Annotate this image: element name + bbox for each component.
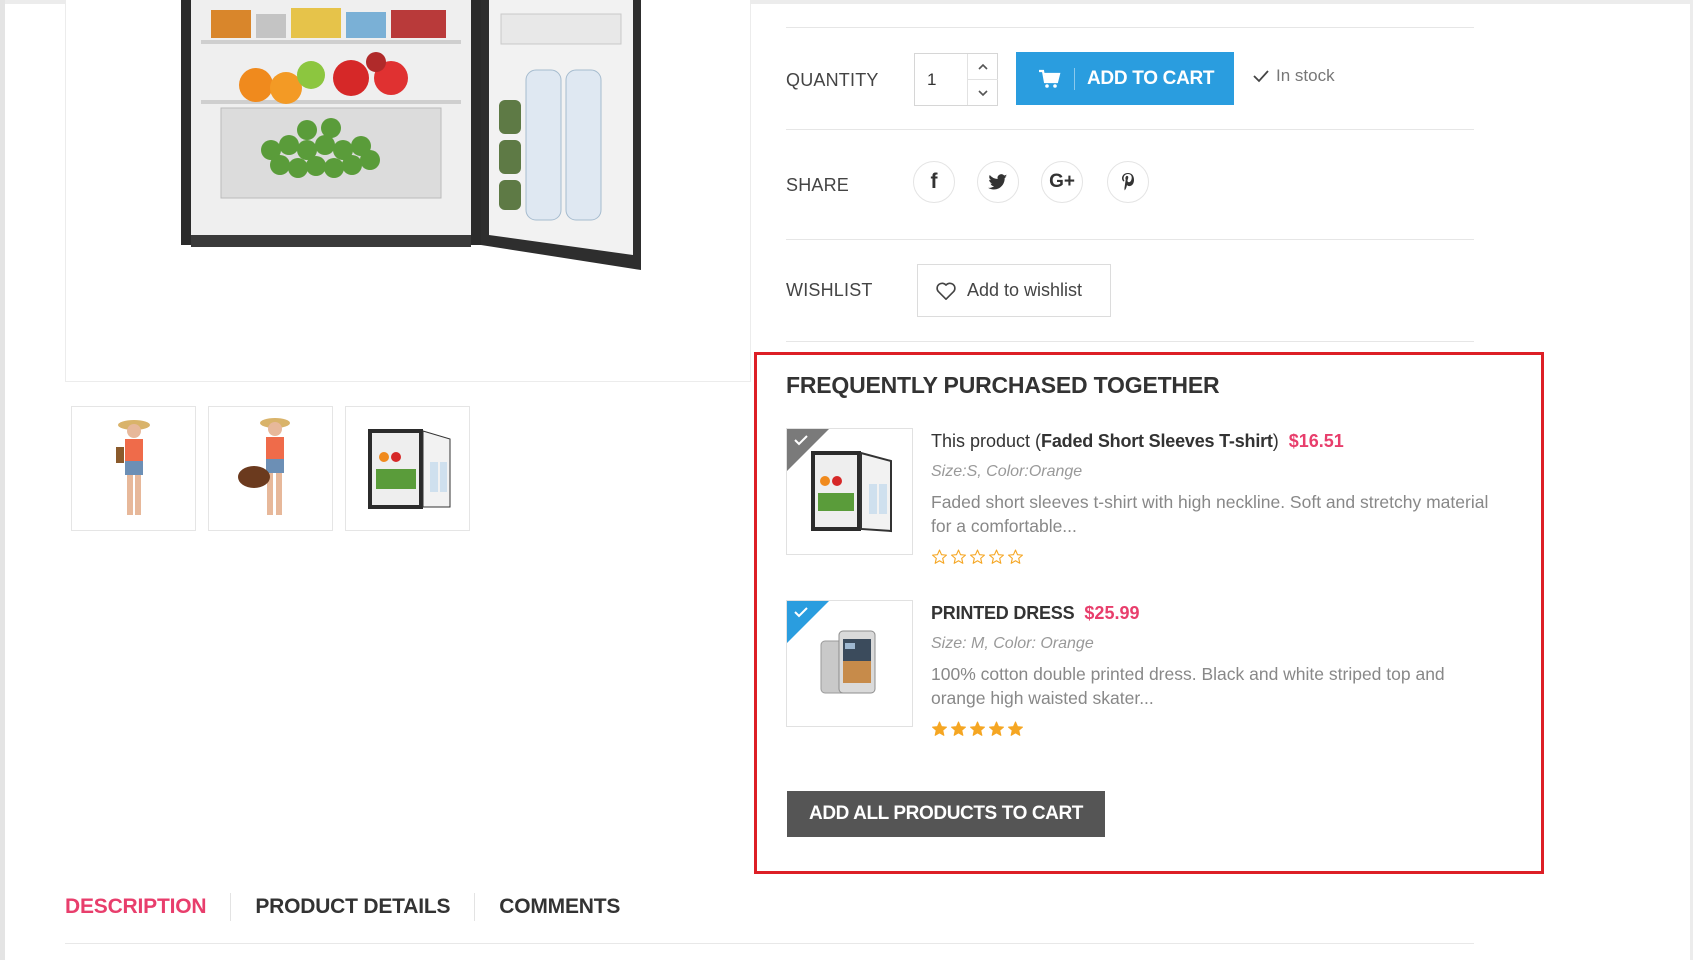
quantity-decrease-button[interactable] (968, 80, 998, 105)
divider (786, 129, 1474, 130)
tab-content-top-border (65, 943, 1474, 944)
google-plus-share-button[interactable]: G+ (1041, 161, 1083, 203)
main-product-image[interactable] (65, 0, 751, 382)
thumbnail-strip (71, 406, 470, 531)
facebook-share-button[interactable]: f (913, 161, 955, 203)
tab-comments[interactable]: COMMENTS (499, 895, 620, 919)
google-plus-icon: G+ (1049, 171, 1075, 192)
star-empty-icon (969, 549, 986, 564)
add-to-cart-label: ADD TO CART (1087, 67, 1215, 89)
pinterest-share-button[interactable] (1107, 161, 1149, 203)
star-filled-icon (931, 721, 948, 736)
product-tabs: DESCRIPTION PRODUCT DETAILS COMMENTS (65, 893, 620, 921)
quantity-label: QUANTITY (786, 70, 879, 90)
fridge-thumbnail-image (368, 429, 451, 509)
window-left-border (0, 0, 5, 960)
check-icon (794, 607, 808, 618)
fpt-item-image[interactable] (786, 600, 913, 727)
star-filled-icon (969, 721, 986, 736)
product-name[interactable]: Faded Short Sleeves T-shirt (1041, 431, 1273, 452)
add-to-wishlist-label: Add to wishlist (967, 280, 1083, 300)
heart-icon (936, 282, 956, 300)
model-with-bag-image (238, 418, 290, 515)
product-description: 100% cotton double printed dress. Black … (931, 664, 1445, 708)
quantity-input[interactable]: 1 (927, 70, 936, 90)
quantity-increase-button[interactable] (968, 54, 998, 79)
product-attributes: Size:S, Color:Orange (931, 463, 1083, 480)
star-filled-icon (1007, 721, 1024, 736)
tab-description[interactable]: DESCRIPTION (65, 895, 207, 919)
fpt-item-title[interactable]: This product ( Faded Short Sleeves T-shi… (931, 431, 1344, 452)
fpt-item-title[interactable]: PRINTED DRESS $25.99 (931, 603, 1139, 624)
share-label: SHARE (786, 175, 850, 195)
quantity-stepper[interactable]: 1 (914, 53, 998, 106)
tab-separator (474, 893, 476, 921)
thumbnail-model-front[interactable] (71, 406, 196, 531)
star-empty-icon (931, 549, 948, 564)
button-separator (1074, 67, 1075, 90)
frequently-purchased-title: FREQUENTLY PURCHASED TOGETHER (786, 372, 1220, 398)
stock-status: In stock (1252, 66, 1335, 86)
divider (786, 239, 1474, 240)
model-image (116, 420, 150, 515)
twitter-share-button[interactable] (977, 161, 1019, 203)
this-product-prefix: This product ( (931, 431, 1042, 451)
shopping-cart-icon (1039, 69, 1061, 88)
twitter-icon (988, 173, 1008, 189)
facebook-icon: f (930, 170, 938, 193)
product-description: Faded short sleeves t-shirt with high ne… (931, 492, 1489, 536)
this-product-suffix: ) (1272, 431, 1279, 451)
star-empty-icon (988, 549, 1005, 564)
rating-stars (931, 721, 1024, 737)
rating-stars (931, 549, 1024, 565)
tab-separator (230, 893, 232, 921)
check-icon (794, 435, 808, 446)
chevron-up-icon (978, 63, 988, 70)
add-to-cart-button[interactable]: ADD TO CART (1016, 52, 1234, 105)
star-filled-icon (950, 721, 967, 736)
star-empty-icon (950, 549, 967, 564)
mini-fridge-image (181, 0, 641, 270)
fpt-item-image[interactable] (786, 428, 913, 555)
product-price: $25.99 (1084, 603, 1140, 623)
star-empty-icon (1007, 549, 1024, 564)
thumbnail-fridge[interactable] (345, 406, 470, 531)
divider (786, 27, 1474, 28)
star-filled-icon (988, 721, 1005, 736)
product-name[interactable]: PRINTED DRESS (931, 603, 1075, 624)
stock-status-text: In stock (1276, 66, 1335, 85)
check-icon (1253, 70, 1269, 83)
pinterest-icon (1122, 173, 1134, 191)
divider (786, 341, 1474, 342)
wishlist-label: WISHLIST (786, 280, 873, 300)
thumbnail-model-bag[interactable] (208, 406, 333, 531)
tab-product-details[interactable]: PRODUCT DETAILS (255, 895, 450, 919)
add-all-products-to-cart-button[interactable]: ADD ALL PRODUCTS TO CART (787, 791, 1105, 837)
add-to-wishlist-button[interactable]: Add to wishlist (917, 264, 1111, 317)
product-price: $16.51 (1288, 431, 1344, 451)
product-attributes: Size: M, Color: Orange (931, 635, 1094, 652)
chevron-down-icon (978, 89, 988, 96)
